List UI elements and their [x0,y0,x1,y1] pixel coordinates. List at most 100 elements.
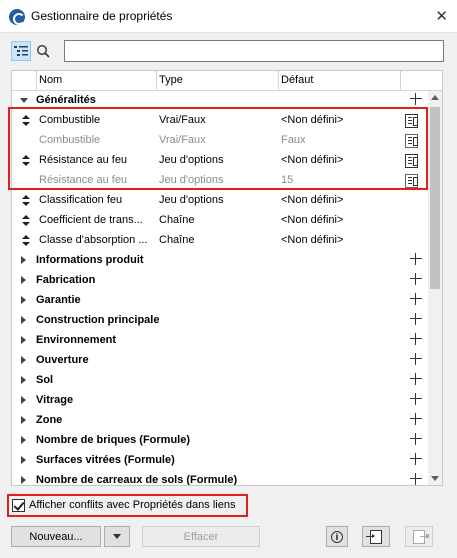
new-dropdown-button[interactable] [104,526,130,547]
expand-arrow-right-icon[interactable] [21,316,26,324]
column-header: Nom Type Défaut [12,71,442,91]
property-default: <Non défini> [281,154,344,166]
close-icon[interactable]: ✕ [435,7,448,25]
group-row[interactable]: Généralités [12,91,428,111]
add-property-plus-icon[interactable] [410,333,422,345]
show-conflicts-label[interactable]: Afficher conflits avec Propriétés dans l… [29,499,235,511]
linked-property-document-icon[interactable] [405,174,418,188]
export-file-icon [413,529,429,544]
expand-arrow-right-icon[interactable] [21,296,26,304]
property-row[interactable]: Combustible Vrai/Faux <Non défini> [12,111,428,131]
window-title: Gestionnaire de propriétés [31,9,173,23]
add-property-plus-icon[interactable] [410,393,422,405]
archicad-app-icon [9,9,25,25]
search-input[interactable] [64,40,444,62]
import-button[interactable] [362,526,390,547]
expand-arrow-right-icon[interactable] [21,276,26,284]
expand-arrow-right-icon[interactable] [21,456,26,464]
scroll-down-arrow-icon[interactable] [431,476,439,481]
column-separator [156,71,157,91]
property-name: Combustible [39,114,101,126]
column-separator [36,71,37,91]
group-name: Nombre de briques (Formule) [36,434,191,446]
expand-arrow-right-icon[interactable] [21,436,26,444]
group-row[interactable]: Surfaces vitrées (Formule) [12,451,428,471]
search-icon [36,44,50,58]
chevron-down-icon [113,534,121,539]
reorder-handle-icon[interactable] [22,194,30,208]
info-icon: i [331,530,343,543]
new-button[interactable]: Nouveau... [11,526,101,547]
property-row[interactable]: Résistance au feu Jeu d'options 15 [12,171,428,191]
add-property-plus-icon[interactable] [410,313,422,325]
group-name: Vitrage [36,394,74,406]
expand-arrow-right-icon[interactable] [21,356,26,364]
add-property-plus-icon[interactable] [410,433,422,445]
property-name: Coefficient de trans... [39,214,143,226]
group-row[interactable]: Nombre de briques (Formule) [12,431,428,451]
property-type: Vrai/Faux [159,134,206,146]
add-property-plus-icon[interactable] [410,273,422,285]
property-type: Jeu d'options [159,174,224,186]
vertical-scrollbar[interactable] [428,91,442,485]
property-row[interactable]: Combustible Vrai/Faux Faux [12,131,428,151]
group-row[interactable]: Vitrage [12,391,428,411]
group-row[interactable]: Environnement [12,331,428,351]
reorder-handle-icon[interactable] [22,114,30,128]
show-conflicts-checkbox[interactable] [12,499,25,512]
group-name: Surfaces vitrées (Formule) [36,454,175,466]
expand-arrow-down-icon[interactable] [20,98,28,103]
property-type: Chaîne [159,214,195,226]
tree-view-button[interactable] [11,41,31,61]
reorder-handle-icon[interactable] [22,234,30,248]
property-name: Résistance au feu [39,154,128,166]
group-name: Fabrication [36,274,96,286]
column-type-header[interactable]: Type [159,74,183,86]
add-property-plus-icon[interactable] [410,413,422,425]
search-button[interactable] [33,41,53,61]
group-row[interactable]: Garantie [12,291,428,311]
column-default-header[interactable]: Défaut [281,74,313,86]
property-default: <Non défini> [281,194,344,206]
property-row[interactable]: Classe d'absorption ... Chaîne <Non défini… [12,231,428,251]
expand-arrow-right-icon[interactable] [21,476,26,484]
property-document-icon[interactable] [405,154,418,168]
add-property-plus-icon[interactable] [410,293,422,305]
group-row[interactable]: Zone [12,411,428,431]
property-name: Classe d'absorption ... [39,234,148,246]
add-property-plus-icon[interactable] [410,373,422,385]
add-property-plus-icon[interactable] [410,93,422,105]
add-property-plus-icon[interactable] [410,253,422,265]
property-type: Chaîne [159,234,195,246]
linked-property-document-icon[interactable] [405,134,418,148]
expand-arrow-right-icon[interactable] [21,396,26,404]
group-row[interactable]: Sol [12,371,428,391]
property-document-icon[interactable] [405,114,418,128]
expand-arrow-right-icon[interactable] [21,376,26,384]
property-row[interactable]: Résistance au feu Jeu d'options <Non défin… [12,151,428,171]
add-property-plus-icon[interactable] [410,353,422,365]
export-button[interactable] [405,526,433,547]
reorder-handle-icon[interactable] [22,214,30,228]
group-row[interactable]: Informations produit [12,251,428,271]
info-button[interactable]: i [326,526,348,547]
group-row[interactable]: Ouverture [12,351,428,371]
property-default: <Non défini> [281,234,344,246]
expand-arrow-right-icon[interactable] [21,256,26,264]
add-property-plus-icon[interactable] [410,453,422,465]
group-name: Nombre de carreaux de sols (Formule) [36,474,238,486]
group-row[interactable]: Fabrication [12,271,428,291]
add-property-plus-icon[interactable] [410,473,422,485]
reorder-handle-icon[interactable] [22,154,30,168]
property-row[interactable]: Classification feu Jeu d'options <Non défi… [12,191,428,211]
group-row[interactable]: Nombre de carreaux de sols (Formule) [12,471,428,486]
scroll-up-arrow-icon[interactable] [431,95,439,100]
scrollbar-thumb[interactable] [430,107,440,289]
expand-arrow-right-icon[interactable] [21,336,26,344]
expand-arrow-right-icon[interactable] [21,416,26,424]
column-name-header[interactable]: Nom [39,74,62,86]
property-row[interactable]: Coefficient de trans... Chaîne <Non défini… [12,211,428,231]
property-tree-panel: Nom Type Défaut Généralités Combustible Vr… [11,70,443,486]
group-row[interactable]: Construction principale [12,311,428,331]
delete-button[interactable]: Effacer [142,526,260,547]
